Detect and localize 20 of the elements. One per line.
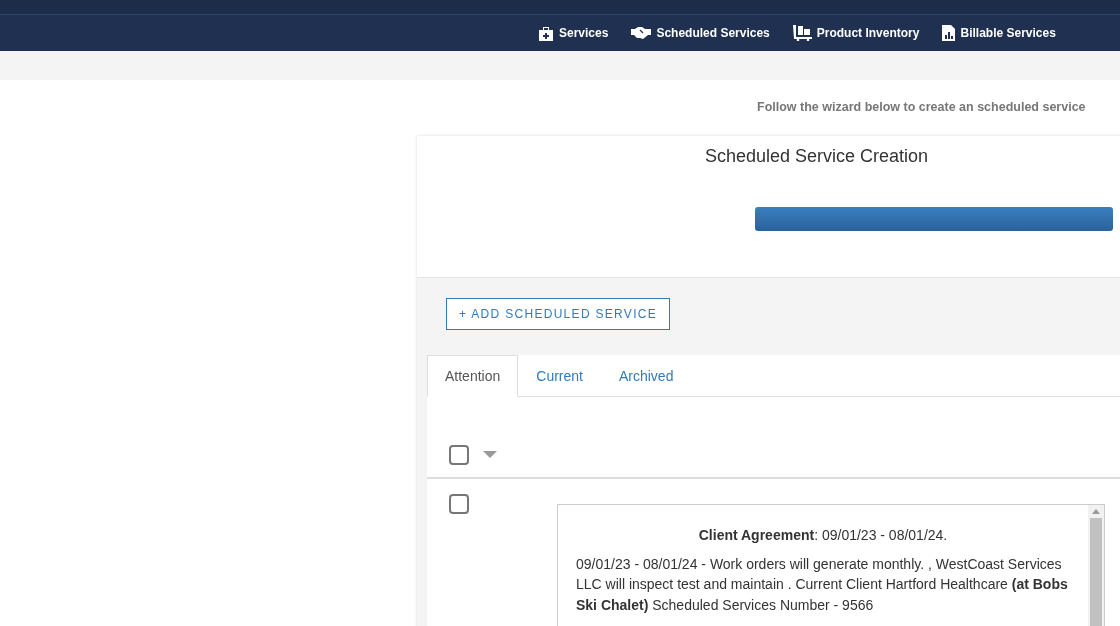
- first-aid-kit-icon: [538, 25, 554, 41]
- row-checkbox[interactable]: [449, 494, 469, 514]
- nav-link[interactable]: Services: [538, 25, 609, 41]
- select-all-checkbox[interactable]: [449, 445, 469, 465]
- handshake-icon: [631, 27, 652, 39]
- agreement-heading: Client Agreement: 09/01/23 - 08/01/24.: [697, 526, 949, 545]
- scroll-up-icon[interactable]: [1092, 509, 1100, 514]
- nav-link[interactable]: Billable Services: [942, 25, 1056, 41]
- tab[interactable]: Archived: [600, 355, 692, 397]
- agreement-text: 09/01/23 - 08/01/24 - Work orders will generate monthly. , WestCoast Services LLC will inspect test and maintain . Current Client Hartford Healthcare (at Bobs Ski Chalet) Scheduled Services Number - 9566: [576, 554, 1069, 615]
- cart-icon: [792, 25, 812, 41]
- report-icon: [942, 25, 956, 41]
- tab[interactable]: Attention: [427, 355, 519, 397]
- add-scheduled-service-button[interactable]: + ADD SCHEDULED SERVICE: [446, 298, 671, 330]
- nav-link[interactable]: Product Inventory: [792, 25, 920, 41]
- intro-text: Follow the wizard below to create an scheduled service: [756, 99, 1087, 116]
- caret-icon[interactable]: [483, 451, 497, 459]
- wizard-title: Scheduled Service Creation: [704, 145, 930, 167]
- nav-link[interactable]: Scheduled Services: [631, 26, 770, 40]
- tab[interactable]: Current: [518, 355, 601, 397]
